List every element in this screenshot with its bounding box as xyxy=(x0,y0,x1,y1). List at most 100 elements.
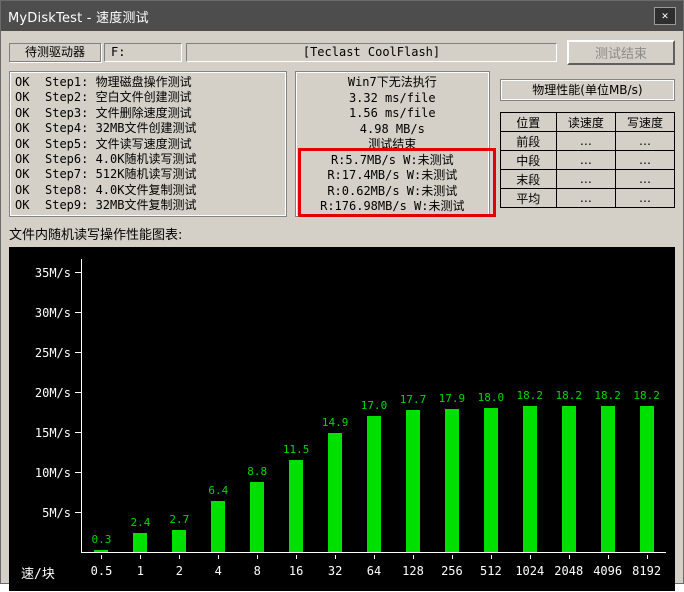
bar-value-label: 17.0 xyxy=(361,399,388,412)
chart-bar xyxy=(250,482,264,552)
y-axis-tick xyxy=(75,512,82,513)
close-button[interactable]: ✕ xyxy=(654,7,676,25)
y-axis-tick xyxy=(75,272,82,273)
bar-value-label: 17.9 xyxy=(439,392,466,405)
bar-slot: 18.2 xyxy=(627,247,666,552)
bar-slot: 18.2 xyxy=(588,247,627,552)
chart-bar xyxy=(94,550,108,552)
x-axis-category: 256 xyxy=(432,564,471,582)
x-axis-category: 8 xyxy=(238,564,277,582)
x-axis-category: 4096 xyxy=(588,564,627,582)
step-label: Step6: 4.0K随机读写测试 xyxy=(45,152,281,167)
chart-title: 文件内随机读写操作性能图表: xyxy=(9,224,675,243)
chart-bars: 0.32.42.76.48.811.514.917.017.717.918.01… xyxy=(82,247,666,552)
chart-bar xyxy=(172,530,186,552)
highlight-box xyxy=(298,148,496,217)
result-line: 4.98 MB/s xyxy=(296,122,489,138)
bar-slot: 11.5 xyxy=(277,247,316,552)
chart-bar xyxy=(367,416,381,552)
step-status: OK xyxy=(15,152,45,167)
chart-bar xyxy=(562,406,576,552)
chart-bar xyxy=(601,406,615,552)
bar-value-label: 0.3 xyxy=(92,533,112,546)
x-axis-category: 0.5 xyxy=(82,564,121,582)
bar-value-label: 8.8 xyxy=(247,465,267,478)
x-axis-category: 4 xyxy=(199,564,238,582)
x-axis-category: 1 xyxy=(121,564,160,582)
x-axis-category: 2 xyxy=(160,564,199,582)
step-row: OKStep7: 512K随机读写测试 xyxy=(15,167,281,182)
step-row: OKStep1: 物理磁盘操作测试 xyxy=(15,75,281,90)
chart-bar xyxy=(445,409,459,552)
chart-bar xyxy=(640,406,654,552)
perf-row: 中段…… xyxy=(500,151,674,170)
perf-row: 平均…… xyxy=(500,189,674,208)
bar-slot: 17.0 xyxy=(355,247,394,552)
perf-write-value: … xyxy=(615,189,674,208)
y-axis-tick xyxy=(75,432,82,433)
bar-slot: 6.4 xyxy=(199,247,238,552)
step-status: OK xyxy=(15,167,45,182)
x-axis-category: 1024 xyxy=(510,564,549,582)
perf-read-value: … xyxy=(556,132,615,151)
bar-value-label: 18.2 xyxy=(517,389,544,402)
app-window: MyDiskTest - 速度测试 ✕ 待测驱动器 F: [Teclast Co… xyxy=(0,0,684,584)
results-wrap: Win7下无法执行3.32 ms/file1.56 ms/file4.98 MB… xyxy=(295,71,490,217)
step-status: OK xyxy=(15,75,45,90)
chart-bar xyxy=(133,533,147,552)
window-title: MyDiskTest - 速度测试 xyxy=(8,7,654,26)
y-axis-tick-label: 25M/s xyxy=(9,345,71,361)
perf-write-value: … xyxy=(615,132,674,151)
bar-slot: 8.8 xyxy=(238,247,277,552)
bar-slot: 14.9 xyxy=(316,247,355,552)
bar-value-label: 18.0 xyxy=(478,391,505,404)
y-axis-tick-label: 30M/s xyxy=(9,305,71,321)
perf-write-value: … xyxy=(615,170,674,189)
perf-read-value: … xyxy=(556,170,615,189)
x-axis-category: 512 xyxy=(471,564,510,582)
chart-bar xyxy=(289,460,303,552)
result-line: Win7下无法执行 xyxy=(296,75,489,91)
step-status: OK xyxy=(15,106,45,121)
bar-value-label: 18.2 xyxy=(633,389,660,402)
chart-bar xyxy=(328,433,342,552)
steps-panel: OKStep1: 物理磁盘操作测试OKStep2: 空白文件创建测试OKStep… xyxy=(9,71,287,217)
x-axis-unit-label: 速/块 xyxy=(21,563,55,582)
perf-col-header: 读速度 xyxy=(556,113,615,132)
drive-toolbar: 待测驱动器 F: [Teclast CoolFlash] 测试结束 xyxy=(9,39,675,65)
chart-bar xyxy=(211,501,225,552)
perf-header: 物理性能(单位MB/s) xyxy=(500,79,675,101)
bar-value-label: 2.7 xyxy=(169,513,189,526)
y-axis-tick xyxy=(75,472,82,473)
x-axis-category: 32 xyxy=(316,564,355,582)
x-axis-category: 128 xyxy=(394,564,433,582)
y-axis-tick-label: 15M/s xyxy=(9,425,71,441)
perf-row-label: 前段 xyxy=(500,132,556,151)
drive-label: 待测驱动器 xyxy=(9,43,101,62)
step-label: Step7: 512K随机读写测试 xyxy=(45,167,281,182)
step-label: Step9: 32MB文件复制测试 xyxy=(45,198,281,213)
drive-letter-select[interactable]: F: xyxy=(104,43,182,62)
bar-value-label: 14.9 xyxy=(322,416,349,429)
step-status: OK xyxy=(15,137,45,152)
chart-bar xyxy=(484,408,498,552)
result-line: 3.32 ms/file xyxy=(296,91,489,107)
x-axis-category: 16 xyxy=(277,564,316,582)
step-row: OKStep9: 32MB文件复制测试 xyxy=(15,198,281,213)
step-label: Step1: 物理磁盘操作测试 xyxy=(45,75,281,90)
x-axis-category: 64 xyxy=(355,564,394,582)
bar-value-label: 17.7 xyxy=(400,393,427,406)
step-label: Step4: 32MB文件创建测试 xyxy=(45,121,281,136)
step-row: OKStep6: 4.0K随机读写测试 xyxy=(15,152,281,167)
chart-bar xyxy=(406,410,420,552)
bar-slot: 17.9 xyxy=(432,247,471,552)
y-axis-tick xyxy=(75,352,82,353)
y-axis-tick-label: 10M/s xyxy=(9,465,71,481)
step-row: OKStep8: 4.0K文件复制测试 xyxy=(15,183,281,198)
step-row: OKStep5: 文件读写速度测试 xyxy=(15,137,281,152)
perf-write-value: … xyxy=(615,151,674,170)
test-end-button[interactable]: 测试结束 xyxy=(567,40,675,65)
bar-value-label: 6.4 xyxy=(208,484,228,497)
perf-col-header: 位置 xyxy=(500,113,556,132)
step-label: Step8: 4.0K文件复制测试 xyxy=(45,183,281,198)
